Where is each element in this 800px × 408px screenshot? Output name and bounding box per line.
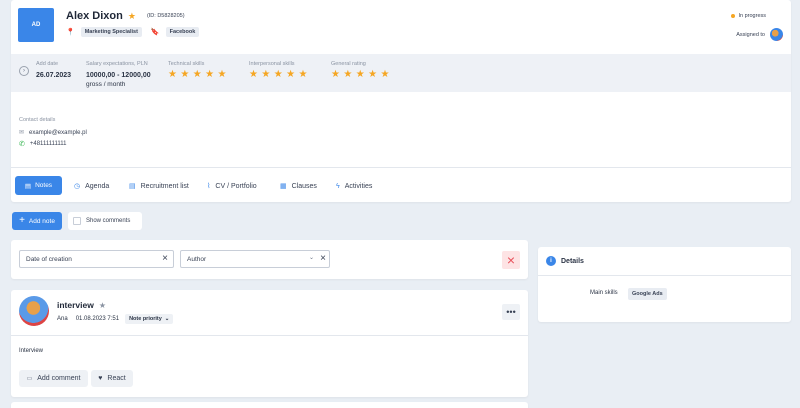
note-datetime: 01.08.2023 7:51 (75, 316, 120, 322)
note-divider (11, 335, 528, 336)
assignee-avatar[interactable] (770, 28, 783, 41)
note-star-icon[interactable]: ★ (99, 301, 106, 310)
technical-skills-stars: ★★★★★ (168, 69, 230, 80)
comment-icon: ▭ (26, 376, 33, 382)
favorite-star-icon[interactable]: ★ (128, 11, 136, 22)
general-rating-label: General rating (331, 61, 366, 67)
candidate-name: Alex Dixon (66, 10, 123, 22)
author-dropdown-chevron-icon[interactable]: ⌄ (309, 254, 314, 261)
salary-value: 10000,00 - 12000,00 (86, 72, 151, 79)
priority-chevron-icon: ⌄ (164, 316, 170, 322)
add-date-label: Add date (36, 61, 59, 67)
tab-notes-label: Notes (35, 182, 53, 189)
technical-skills-label: Technical skills (168, 61, 205, 67)
add-comment-label: Add comment (37, 375, 81, 382)
tabs-divider (11, 167, 791, 168)
add-comment-button[interactable]: ▭ Add comment (19, 370, 88, 387)
candidate-card: AD Alex Dixon ★ (ID: D5828205) 📍 Marketi… (11, 0, 791, 202)
phone-icon: ✆ (19, 141, 25, 148)
expand-arrow-icon[interactable]: › (19, 66, 29, 76)
note-priority-label: Note priority (129, 316, 162, 322)
position-tag: Marketing Specialist (80, 27, 142, 37)
tab-activities-label: Activities (344, 182, 373, 190)
tab-clauses-label: Clauses (291, 182, 317, 190)
source-tag: Facebook (165, 27, 200, 37)
tab-activities[interactable]: ϟ Activities (336, 176, 372, 196)
main-skills-label: Main skills (590, 290, 618, 296)
next-note-card (11, 402, 528, 408)
author-filter-select[interactable]: Author ⌄ × (180, 250, 330, 268)
tab-cv-portfolio[interactable]: ⌇ CV / Portfolio (207, 176, 257, 196)
source-bookmark-icon: 🔖 (150, 29, 160, 36)
document-icon: ▦ (280, 183, 287, 190)
phone-link[interactable]: +48111111111 (30, 141, 67, 147)
info-icon: i (546, 256, 556, 266)
details-title: Details (561, 257, 584, 265)
notes-icon: ▤ (24, 182, 32, 190)
candidate-initials: AD (31, 22, 41, 28)
clear-date-icon[interactable]: × (162, 253, 168, 264)
reset-filters-button[interactable]: × (502, 251, 520, 269)
list-icon: ▤ (129, 183, 136, 190)
clear-author-icon[interactable]: × (320, 253, 326, 264)
tab-recruitment-list-label: Recruitment list (140, 182, 189, 190)
salary-unit: gross / month (86, 81, 126, 88)
clock-icon: ◷ (74, 183, 81, 190)
add-note-button[interactable]: + Add note (12, 212, 62, 230)
status-dot-icon (731, 14, 736, 18)
note-priority-dropdown[interactable]: Note priority ⌄ (125, 314, 174, 324)
details-divider (538, 275, 791, 276)
paperclip-icon: ⌇ (207, 183, 211, 190)
show-comments-label: Show comments (86, 218, 131, 224)
candidate-id: (ID: D5828205) (146, 13, 185, 19)
note-more-button[interactable]: ••• (502, 304, 520, 320)
interpersonal-skills-label: Interpersonal skills (249, 61, 295, 67)
author-filter-placeholder: Author (187, 255, 207, 263)
tab-agenda[interactable]: ◷ Agenda (74, 176, 109, 196)
plus-icon: + (19, 215, 25, 226)
email-icon: ✉ (19, 130, 25, 136)
react-label: React (107, 375, 126, 382)
react-button[interactable]: ♥ React (91, 370, 133, 387)
tab-clauses[interactable]: ▦ Clauses (280, 176, 317, 196)
email-link[interactable]: example@example.pl (29, 130, 87, 136)
contact-label: Contact details (19, 117, 56, 123)
lightning-icon: ϟ (336, 182, 340, 190)
tab-cv-portfolio-label: CV / Portfolio (215, 182, 257, 190)
main-skills-value: Google Ads (628, 288, 667, 300)
details-card: i Details Main skills Google Ads (538, 247, 791, 322)
note-card: interview ★ Ana 01.08.2023 7:51 Note pri… (11, 290, 528, 397)
info-strip: › Add date 26.07.2023 Salary expectation… (11, 54, 791, 92)
candidate-avatar: AD (18, 8, 54, 42)
show-comments-checkbox[interactable] (73, 217, 81, 225)
add-note-label: Add note (28, 217, 55, 225)
tab-agenda-label: Agenda (85, 182, 110, 190)
add-date-value: 26.07.2023 (36, 72, 72, 79)
filter-card: Date of creation × Author ⌄ × × (11, 240, 528, 279)
salary-label: Salary expectations, PLN (86, 61, 148, 67)
position-pin-icon: 📍 (66, 29, 75, 36)
status-label: In progress (738, 13, 766, 19)
date-filter-placeholder: Date of creation (26, 255, 72, 263)
note-title: interview (57, 300, 94, 310)
tab-recruitment-list[interactable]: ▤ Recruitment list (129, 176, 189, 196)
show-comments-toggle[interactable]: Show comments (68, 212, 142, 230)
note-author: Ana (57, 316, 68, 322)
interpersonal-skills-stars: ★★★★★ (249, 69, 311, 80)
note-body: Interview (19, 348, 44, 354)
assigned-label: Assigned to (736, 31, 765, 38)
note-author-avatar (19, 296, 49, 326)
date-filter-input[interactable]: Date of creation × (19, 250, 174, 268)
tab-notes[interactable]: ▤ Notes (15, 176, 62, 195)
heart-icon: ♥ (98, 375, 103, 382)
general-rating-stars: ★★★★★ (331, 69, 393, 80)
